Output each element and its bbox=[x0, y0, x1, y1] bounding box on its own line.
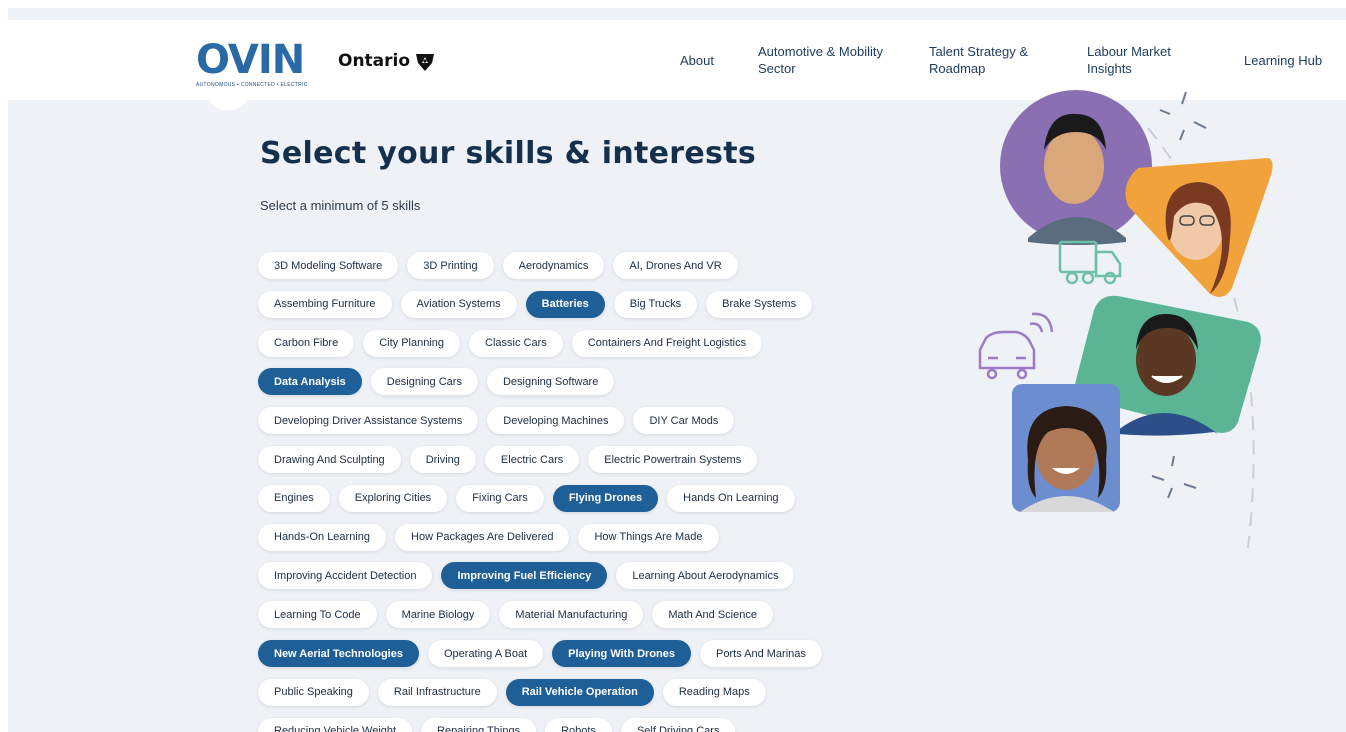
connected-car-icon bbox=[978, 312, 1054, 380]
logo-wordmark: OVIN bbox=[196, 37, 305, 83]
skill-chip-city-planning[interactable]: City Planning bbox=[363, 329, 461, 357]
skill-chip-new-aerial-technologies[interactable]: New Aerial Technologies bbox=[258, 640, 419, 667]
person-photo-4 bbox=[1012, 384, 1120, 512]
ovin-logo[interactable]: OVIN AUTONOMOUS • CONNECTED • ELECTRIC bbox=[196, 37, 322, 88]
skill-chip-aerodynamics[interactable]: Aerodynamics bbox=[502, 252, 605, 279]
skill-chip-material-manufacturing[interactable]: Material Manufacturing bbox=[499, 601, 644, 629]
skill-chip-improving-accident-detection[interactable]: Improving Accident Detection bbox=[258, 562, 433, 590]
chip-row: Developing Driver Assistance Systems Deve… bbox=[258, 407, 735, 435]
skill-chip-electric-powertrain-systems[interactable]: Electric Powertrain Systems bbox=[588, 446, 758, 473]
chip-row: New Aerial Technologies Operating A Boat P… bbox=[258, 640, 822, 667]
sparkle-icon-2 bbox=[1151, 455, 1197, 499]
skill-chip-how-things-are-made[interactable]: How Things Are Made bbox=[578, 523, 719, 551]
logo-tagline: AUTONOMOUS • CONNECTED • ELECTRIC bbox=[196, 82, 308, 88]
skill-chip-robots[interactable]: Robots bbox=[545, 717, 612, 732]
skill-chip-containers-and-freight-logistics[interactable]: Containers And Freight Logistics bbox=[571, 329, 763, 357]
skill-chip-electric-cars[interactable]: Electric Cars bbox=[484, 446, 580, 473]
page: OVIN AUTONOMOUS • CONNECTED • ELECTRIC O… bbox=[8, 8, 1346, 732]
top-strip bbox=[8, 8, 1346, 20]
skill-chip-3d-modeling-software[interactable]: 3D Modeling Software bbox=[258, 252, 399, 279]
chip-row: Data Analysis Designing Cars Designing Sof… bbox=[258, 368, 615, 396]
chip-row: Reducing Vehicle Weight Repairing Things R… bbox=[258, 717, 736, 732]
chip-row: Public Speaking Rail Infrastructure Rail V… bbox=[258, 678, 766, 706]
page-title: Select your skills & interests bbox=[260, 136, 757, 171]
skill-chip-assembing-furniture[interactable]: Assembing Furniture bbox=[258, 290, 392, 318]
skill-chip-aviation-systems[interactable]: Aviation Systems bbox=[400, 290, 517, 318]
skill-chip-exploring-cities[interactable]: Exploring Cities bbox=[338, 484, 448, 512]
skill-chip-flying-drones[interactable]: Flying Drones bbox=[552, 484, 659, 512]
skill-chip-playing-with-drones[interactable]: Playing With Drones bbox=[552, 640, 692, 667]
nav-automotive-mobility-sector[interactable]: Automotive & Mobility Sector bbox=[758, 43, 908, 77]
skill-chip-reading-maps[interactable]: Reading Maps bbox=[662, 678, 766, 706]
skill-chip-learning-to-code[interactable]: Learning To Code bbox=[258, 601, 377, 629]
chip-row: Hands-On Learning How Packages Are Delive… bbox=[258, 523, 719, 551]
skill-chip-designing-software[interactable]: Designing Software bbox=[486, 368, 615, 396]
skill-chip-marine-biology[interactable]: Marine Biology bbox=[385, 601, 491, 629]
skill-chip-hands-on-learning[interactable]: Hands On Learning bbox=[667, 484, 795, 512]
skill-chip-classic-cars[interactable]: Classic Cars bbox=[469, 329, 563, 357]
skill-chip-diy-car-mods[interactable]: DIY Car Mods bbox=[633, 407, 735, 435]
chip-row: Improving Accident Detection Improving Fu… bbox=[258, 562, 795, 590]
skill-chip-how-packages-are-delivered[interactable]: How Packages Are Delivered bbox=[395, 523, 570, 551]
skill-chip-engines[interactable]: Engines bbox=[258, 484, 330, 512]
skill-chip-math-and-science[interactable]: Math And Science bbox=[652, 601, 773, 629]
truck-icon bbox=[1058, 240, 1122, 285]
nav-talent-strategy-roadmap[interactable]: Talent Strategy & Roadmap bbox=[929, 43, 1059, 77]
skill-chip-ai-drones-and-vr[interactable]: AI, Drones And VR bbox=[613, 252, 738, 279]
person-photo-2 bbox=[1125, 158, 1273, 297]
skill-chip-brake-systems[interactable]: Brake Systems bbox=[706, 290, 813, 318]
skill-chip-learning-about-aerodynamics[interactable]: Learning About Aerodynamics bbox=[616, 562, 795, 590]
nav-labour-market-insights[interactable]: Labour Market Insights bbox=[1087, 43, 1197, 77]
skill-chip-drawing-and-sculpting[interactable]: Drawing And Sculpting bbox=[258, 446, 401, 473]
skill-chip-developing-machines[interactable]: Developing Machines bbox=[487, 407, 625, 435]
skill-chip-repairing-things[interactable]: Repairing Things bbox=[421, 717, 537, 732]
skill-chip-3d-printing[interactable]: 3D Printing bbox=[407, 252, 494, 279]
skill-chip-operating-a-boat[interactable]: Operating A Boat bbox=[427, 640, 544, 667]
skill-chip-driving[interactable]: Driving bbox=[409, 446, 476, 473]
skill-chip-designing-cars[interactable]: Designing Cars bbox=[370, 368, 478, 396]
chip-row: Learning To Code Marine Biology Material M… bbox=[258, 601, 773, 629]
skill-chip-batteries[interactable]: Batteries bbox=[525, 290, 605, 318]
skill-chip-fixing-cars[interactable]: Fixing Cars bbox=[456, 484, 544, 512]
skill-chip-self-driving-cars[interactable]: Self Driving Cars bbox=[620, 717, 736, 732]
person-photo-1 bbox=[1000, 90, 1152, 245]
nav-learning-hub[interactable]: Learning Hub bbox=[1244, 52, 1322, 69]
skill-chip-rail-infrastructure[interactable]: Rail Infrastructure bbox=[377, 678, 497, 706]
people-illustration bbox=[978, 90, 1273, 549]
nav-about[interactable]: About bbox=[680, 52, 714, 69]
ontario-logo[interactable]: Ontario bbox=[338, 50, 436, 72]
skill-chip-reducing-vehicle-weight[interactable]: Reducing Vehicle Weight bbox=[258, 717, 413, 732]
chip-row: Drawing And Sculpting Driving Electric Car… bbox=[258, 446, 758, 473]
page-subtitle: Select a minimum of 5 skills bbox=[260, 198, 421, 213]
back-circle[interactable] bbox=[208, 94, 248, 110]
chip-row: 3D Modeling Software 3D Printing Aerodynam… bbox=[258, 252, 738, 279]
ontario-wordmark: Ontario bbox=[338, 51, 411, 71]
skill-chip-big-trucks[interactable]: Big Trucks bbox=[613, 290, 698, 318]
skill-chip-developing-driver-assistance-systems[interactable]: Developing Driver Assistance Systems bbox=[258, 407, 479, 435]
skill-chip-improving-fuel-efficiency[interactable]: Improving Fuel Efficiency bbox=[441, 562, 608, 590]
chip-row: Carbon Fibre City Planning Classic Cars Con… bbox=[258, 329, 763, 357]
skill-chip-carbon-fibre[interactable]: Carbon Fibre bbox=[258, 329, 355, 357]
skill-chip-public-speaking[interactable]: Public Speaking bbox=[258, 678, 369, 706]
skill-chip-rail-vehicle-operation[interactable]: Rail Vehicle Operation bbox=[505, 678, 654, 706]
sparkle-icon bbox=[1159, 91, 1207, 141]
chip-row: Assembing Furniture Aviation Systems Batte… bbox=[258, 290, 813, 318]
trillium-icon bbox=[416, 54, 435, 71]
skill-chip-data-analysis[interactable]: Data Analysis bbox=[258, 368, 362, 396]
skill-chip-ports-and-marinas[interactable]: Ports And Marinas bbox=[700, 640, 822, 667]
chip-row: Engines Exploring Cities Fixing Cars Flying… bbox=[258, 484, 795, 512]
skill-chip-hands-on-learning[interactable]: Hands-On Learning bbox=[258, 523, 387, 551]
